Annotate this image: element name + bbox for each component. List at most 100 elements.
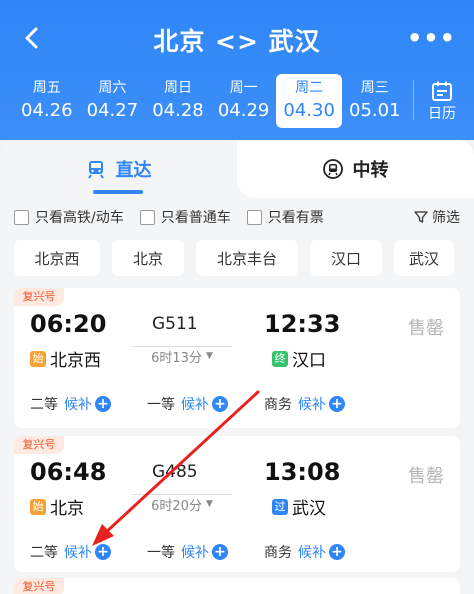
seat-business-class[interactable]: 商务 候补 +: [264, 394, 345, 414]
seat-options: 二等 候补 + 一等 候补 + 商务 候补 +: [30, 542, 381, 562]
train-type-tag: 复兴号: [14, 288, 64, 306]
date-item[interactable]: 周六 04.27: [80, 74, 146, 128]
calendar-button[interactable]: 日历: [420, 76, 464, 124]
more-icon[interactable]: •••: [407, 24, 456, 52]
chevron-down-icon: ▼: [205, 351, 213, 361]
station-chip[interactable]: 武汉: [394, 240, 454, 276]
header-bar: 北京 <> 武汉 ••• 周五 04.26 周六 04.27 周日 04.28 …: [0, 0, 474, 140]
pass-through-badge: 过: [272, 498, 288, 515]
arrival-time: 12:33: [264, 310, 341, 338]
date-item[interactable]: 周三 05.01: [342, 74, 408, 128]
date-item[interactable]: 周五 04.26: [14, 74, 80, 128]
checkbox[interactable]: [246, 209, 262, 225]
date-value: 04.27: [86, 100, 139, 121]
date-weekday: 周五: [32, 80, 61, 96]
seat-class-label: 一等: [147, 397, 175, 413]
transfer-icon: [322, 159, 343, 179]
seat-first-class[interactable]: 一等 候补 +: [147, 542, 228, 562]
seat-class-label: 二等: [30, 397, 58, 413]
date-selector: 周五 04.26 周六 04.27 周日 04.28 周一 04.29 周二 0…: [14, 74, 408, 130]
seat-second-class[interactable]: 二等 候补 +: [30, 394, 111, 414]
filter-high-speed[interactable]: 只看高铁/动车: [14, 207, 124, 227]
waitlist-label: 候补: [64, 545, 92, 561]
filter-normal-train[interactable]: 只看普通车: [139, 207, 231, 227]
filter-bar: 只看高铁/动车 只看普通车 只看有票 筛选: [14, 204, 460, 230]
station-chip[interactable]: 北京: [112, 240, 184, 276]
date-item[interactable]: 周日 04.28: [145, 74, 211, 128]
funnel-icon: [414, 211, 428, 223]
seat-business-class[interactable]: 商务 候补 +: [264, 542, 345, 562]
plus-icon[interactable]: +: [95, 396, 111, 412]
departure-time: 06:20: [30, 310, 107, 338]
arrival-station-name: 武汉: [292, 499, 326, 519]
seat-class-label: 商务: [264, 397, 292, 413]
date-value: 04.28: [152, 100, 204, 121]
date-item-selected[interactable]: 周二 04.30: [276, 74, 342, 128]
tab-transfer[interactable]: 中转: [237, 140, 474, 198]
seat-class-label: 二等: [30, 545, 58, 561]
departure-station-name: 北京: [50, 499, 84, 519]
seat-first-class[interactable]: 一等 候补 +: [147, 394, 228, 414]
waitlist-label: 候补: [298, 397, 326, 413]
sold-out-status: 售罄: [408, 466, 444, 487]
date-value: 05.01: [349, 100, 401, 121]
date-value: 04.30: [283, 100, 335, 121]
filter-label: 只看高铁/动车: [35, 210, 124, 226]
train-card[interactable]: 复兴号 06:20 G511 12:33 售罄 6时13分 ▼ 始 北京西 终 …: [14, 288, 460, 428]
train-type-tag: 复兴号: [14, 436, 64, 454]
plus-icon[interactable]: +: [329, 396, 345, 412]
train-card[interactable]: 复兴号 06:48 G485 13:08 售罄 6时20分 ▼ 始 北京 过 武…: [14, 436, 460, 572]
departure-station-name: 北京西: [50, 351, 101, 371]
train-number: G511: [152, 314, 198, 334]
seat-second-class[interactable]: 二等 候补 +: [30, 542, 111, 562]
tab-indicator: [93, 190, 143, 194]
travel-duration[interactable]: 6时13分 ▼: [132, 346, 232, 366]
plus-icon[interactable]: +: [329, 544, 345, 560]
waitlist-label: 候补: [181, 397, 209, 413]
waitlist-label: 候补: [64, 397, 92, 413]
date-item[interactable]: 周一 04.29: [211, 74, 277, 128]
travel-duration[interactable]: 6时20分 ▼: [132, 494, 232, 514]
station-chips: 北京西 北京 北京丰台 汉口 武汉: [14, 240, 454, 276]
train-number: G485: [152, 462, 198, 482]
checkbox[interactable]: [14, 209, 29, 225]
filter-label: 只看普通车: [160, 210, 231, 226]
duration-text: 6时13分: [151, 350, 202, 366]
date-weekday: 周日: [163, 80, 192, 96]
filter-button[interactable]: 筛选: [414, 207, 460, 227]
arrival-time: 13:08: [264, 458, 341, 486]
date-value: 04.29: [217, 100, 270, 121]
checkbox[interactable]: [139, 209, 155, 225]
date-weekday: 周三: [360, 80, 389, 96]
calendar-icon: [432, 81, 452, 101]
station-chip[interactable]: 北京丰台: [196, 240, 298, 276]
date-weekday: 周二: [295, 80, 324, 96]
seat-class-label: 一等: [147, 545, 175, 561]
seat-class-label: 商务: [264, 545, 292, 561]
seat-options: 二等 候补 + 一等 候补 + 商务 候补 +: [30, 394, 381, 414]
departure-station: 始 北京: [30, 494, 84, 519]
arrival-station: 终 汉口: [272, 346, 326, 371]
train-card[interactable]: 复兴号: [14, 578, 460, 594]
station-chip[interactable]: 汉口: [310, 240, 382, 276]
waitlist-label: 候补: [181, 545, 209, 561]
arrival-station: 过 武汉: [272, 494, 326, 519]
departure-time: 06:48: [30, 458, 107, 486]
duration-text: 6时20分: [151, 498, 202, 514]
train-icon: [87, 161, 104, 179]
station-chip[interactable]: 北京西: [14, 240, 100, 276]
calendar-label: 日历: [428, 106, 456, 122]
divider: [413, 80, 414, 120]
terminal-badge: 终: [272, 350, 288, 367]
plus-icon[interactable]: +: [212, 544, 228, 560]
plus-icon[interactable]: +: [212, 396, 228, 412]
plus-icon[interactable]: +: [95, 544, 111, 560]
start-badge: 始: [30, 350, 46, 367]
page-title: 北京 <> 武汉: [153, 27, 321, 56]
filter-available[interactable]: 只看有票: [246, 207, 324, 227]
tab-bar: 直达 中转: [0, 140, 474, 198]
date-value: 04.26: [21, 100, 73, 121]
filter-button-label: 筛选: [432, 210, 460, 226]
waitlist-label: 候补: [298, 545, 326, 561]
start-badge: 始: [30, 498, 46, 515]
